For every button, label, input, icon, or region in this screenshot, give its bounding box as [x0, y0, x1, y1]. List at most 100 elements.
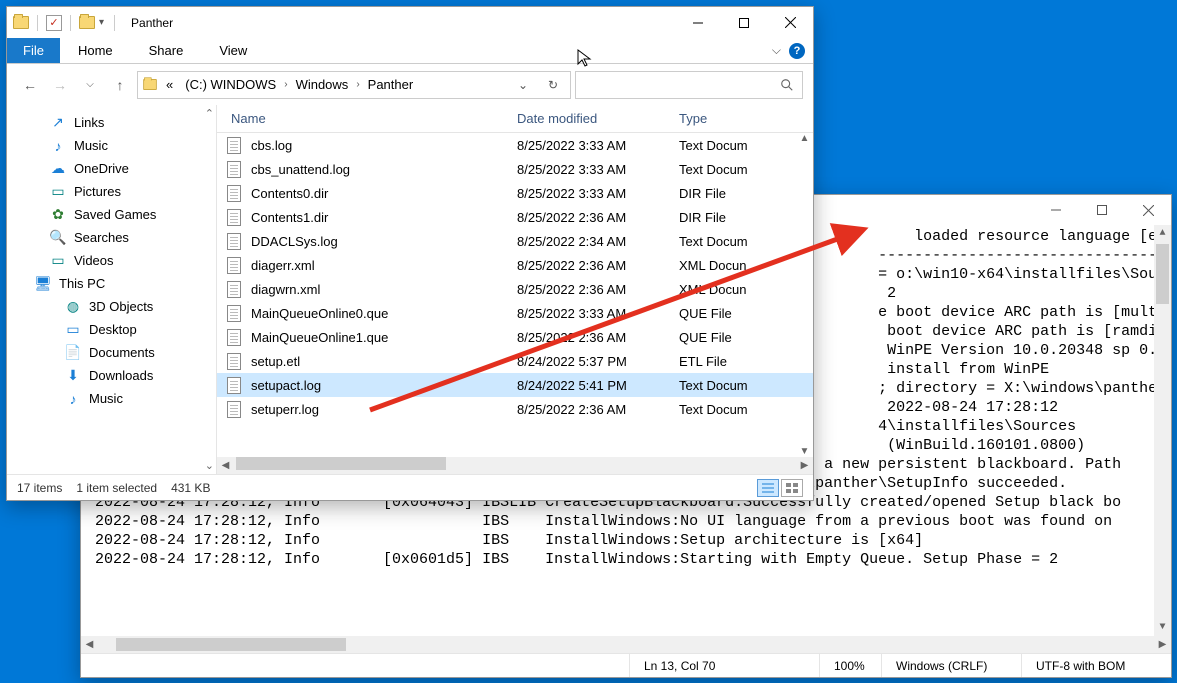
file-row[interactable]: setup.etl8/24/2022 5:37 PMETL File: [217, 349, 813, 373]
file-name: diagerr.xml: [251, 258, 517, 273]
file-date: 8/25/2022 3:33 AM: [517, 138, 679, 153]
ribbon-expand-icon[interactable]: ⌵: [772, 43, 781, 58]
file-row[interactable]: MainQueueOnline1.que8/25/2022 2:36 AMQUE…: [217, 325, 813, 349]
sidebar-item-searches[interactable]: 🔍Searches: [7, 226, 216, 249]
col-header-name[interactable]: Name: [217, 111, 517, 126]
file-row[interactable]: DDACLSys.log8/25/2022 2:34 AMText Docum: [217, 229, 813, 253]
sidebar-item-pictures[interactable]: ▭Pictures: [7, 180, 216, 203]
sidebar-item-links[interactable]: ↗Links: [7, 111, 216, 134]
file-type: Text Docum: [679, 402, 813, 417]
notepad-horizontal-scrollbar[interactable]: ◀ ▶: [81, 636, 1171, 653]
nav-forward-button[interactable]: →: [47, 72, 73, 98]
sidebar-item-saved-games[interactable]: ✿Saved Games: [7, 203, 216, 226]
file-row[interactable]: Contents1.dir8/25/2022 2:36 AMDIR File: [217, 205, 813, 229]
file-date: 8/25/2022 2:34 AM: [517, 234, 679, 249]
notepad-statusbar: Ln 13, Col 70 100% Windows (CRLF) UTF-8 …: [81, 653, 1171, 677]
sidebar: ⌃ ⌄ ↗Links♪Music☁OneDrive▭Pictures✿Saved…: [7, 105, 217, 474]
sidebar-item-desktop[interactable]: ▭Desktop: [7, 318, 216, 341]
ribbon-view-tab[interactable]: View: [201, 38, 265, 63]
cursor-icon: [576, 48, 596, 68]
sidebar-item-label: This PC: [59, 276, 105, 291]
ribbon-share-tab[interactable]: Share: [131, 38, 202, 63]
explorer-minimize-button[interactable]: [675, 8, 721, 38]
qat-folder-icon[interactable]: [79, 16, 95, 29]
file-row[interactable]: diagerr.xml8/25/2022 2:36 AMXML Docun: [217, 253, 813, 277]
document-icon: [217, 353, 251, 370]
file-name: setupact.log: [251, 378, 517, 393]
explorer-close-button[interactable]: [767, 8, 813, 38]
chevron-right-icon[interactable]: ›: [356, 79, 359, 90]
file-list-horizontal-scrollbar[interactable]: ◀ ▶: [217, 457, 813, 474]
crumb-2[interactable]: Windows: [292, 75, 353, 94]
crumb-root[interactable]: «: [162, 75, 177, 94]
view-details-button[interactable]: [757, 479, 779, 497]
status-selected-size: 431 KB: [171, 481, 210, 495]
nav-up-button[interactable]: ↑: [107, 72, 133, 98]
file-row[interactable]: MainQueueOnline0.que8/25/2022 3:33 AMQUE…: [217, 301, 813, 325]
document-icon: [217, 281, 251, 298]
address-dropdown-icon[interactable]: ⌄: [510, 78, 536, 92]
sidebar-item-3d-objects[interactable]: ◍3D Objects: [7, 295, 216, 318]
explorer-maximize-button[interactable]: [721, 8, 767, 38]
file-row[interactable]: Contents0.dir8/25/2022 3:33 AMDIR File: [217, 181, 813, 205]
file-type: DIR File: [679, 186, 813, 201]
address-folder-icon: [143, 79, 157, 90]
3d-objects-icon: ◍: [65, 299, 81, 315]
file-row[interactable]: setupact.log8/24/2022 5:41 PMText Docum: [217, 373, 813, 397]
notepad-vertical-scrollbar[interactable]: ▲ ▼: [1154, 225, 1171, 636]
ribbon-home-tab[interactable]: Home: [60, 38, 131, 63]
sidebar-item-documents[interactable]: 📄Documents: [7, 341, 216, 364]
address-bar[interactable]: « (C:) WINDOWS › Windows › Panther ⌄ ↻: [137, 71, 571, 99]
search-icon: [780, 78, 794, 92]
file-name: Contents0.dir: [251, 186, 517, 201]
view-large-button[interactable]: [781, 479, 803, 497]
nav-history-dropdown[interactable]: ⌵: [77, 72, 103, 98]
desktop-icon: ▭: [65, 322, 81, 338]
qat-dropdown-icon[interactable]: ▾: [99, 17, 104, 28]
file-type: Text Docum: [679, 234, 813, 249]
ribbon-file-tab[interactable]: File: [7, 38, 60, 63]
sidebar-scrollbar[interactable]: ⌃ ⌄: [199, 105, 216, 474]
notepad-close-button[interactable]: [1125, 195, 1171, 225]
help-icon[interactable]: ?: [789, 43, 805, 59]
file-date: 8/25/2022 2:36 AM: [517, 402, 679, 417]
file-row[interactable]: cbs_unattend.log8/25/2022 3:33 AMText Do…: [217, 157, 813, 181]
explorer-titlebar[interactable]: ✓ ▾ Panther: [7, 7, 813, 38]
sidebar-item-this-pc[interactable]: 🖥This PC: [7, 272, 216, 295]
ribbon: File Home Share View ⌵ ?: [7, 38, 813, 64]
sidebar-item-downloads[interactable]: ⬇Downloads: [7, 364, 216, 387]
file-row[interactable]: cbs.log8/25/2022 3:33 AMText Docum: [217, 133, 813, 157]
file-row[interactable]: setuperr.log8/25/2022 2:36 AMText Docum: [217, 397, 813, 421]
status-item-count: 17 items: [17, 481, 62, 495]
sidebar-item-music[interactable]: ♪Music: [7, 134, 216, 157]
file-type: Text Docum: [679, 162, 813, 177]
videos-icon: ▭: [50, 253, 66, 269]
links-icon: ↗: [50, 115, 66, 131]
sidebar-item-label: Pictures: [74, 184, 121, 199]
music-icon: ♪: [65, 391, 81, 407]
notepad-minimize-button[interactable]: [1033, 195, 1079, 225]
column-headers[interactable]: Name Date modified Type: [217, 105, 813, 133]
document-icon: [217, 137, 251, 154]
file-date: 8/25/2022 2:36 AM: [517, 282, 679, 297]
sidebar-item-music[interactable]: ♪Music: [7, 387, 216, 410]
search-input[interactable]: [575, 71, 803, 99]
window-title: Panther: [131, 16, 173, 30]
file-list-vertical-scrollbar[interactable]: ▲ ▼: [796, 133, 813, 457]
sidebar-item-label: Saved Games: [74, 207, 156, 222]
col-header-date[interactable]: Date modified: [517, 111, 679, 126]
qat-checkbox-icon[interactable]: ✓: [46, 15, 62, 31]
chevron-right-icon[interactable]: ›: [284, 79, 287, 90]
crumb-1[interactable]: (C:) WINDOWS: [181, 75, 280, 94]
file-row[interactable]: diagwrn.xml8/25/2022 2:36 AMXML Docun: [217, 277, 813, 301]
crumb-3[interactable]: Panther: [364, 75, 418, 94]
nav-back-button[interactable]: ←: [17, 72, 43, 98]
notepad-eol: Windows (CRLF): [881, 654, 1021, 677]
sidebar-item-label: Downloads: [89, 368, 153, 383]
sidebar-item-onedrive[interactable]: ☁OneDrive: [7, 157, 216, 180]
col-header-type[interactable]: Type: [679, 111, 813, 126]
notepad-maximize-button[interactable]: [1079, 195, 1125, 225]
refresh-icon[interactable]: ↻: [540, 78, 566, 92]
sidebar-item-videos[interactable]: ▭Videos: [7, 249, 216, 272]
notepad-encoding: UTF-8 with BOM: [1021, 654, 1171, 677]
